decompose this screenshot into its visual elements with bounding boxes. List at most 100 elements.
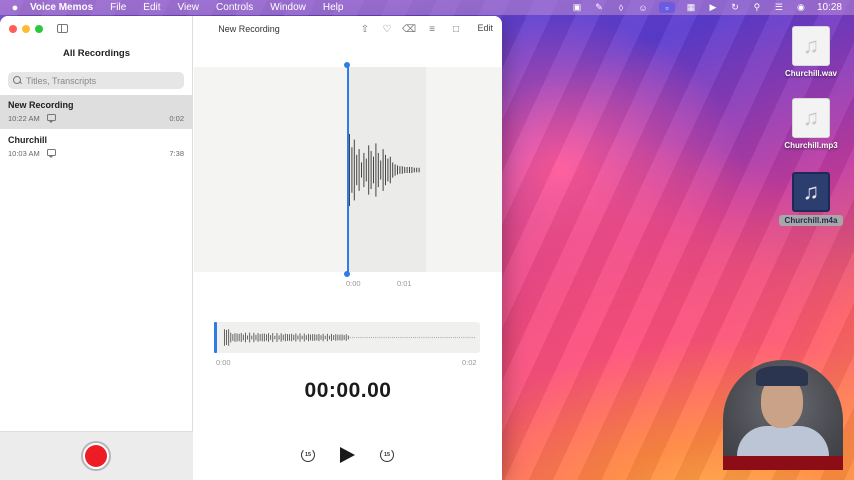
search-input[interactable] <box>26 75 176 86</box>
overview-bar <box>228 329 230 346</box>
keyboard-status-icon[interactable]: ▦ <box>685 2 697 13</box>
overview-bar <box>247 335 248 340</box>
overview-bar <box>404 336 406 339</box>
overview-bar <box>230 332 232 343</box>
playhead-bottom-handle[interactable] <box>344 271 350 277</box>
menu-edit[interactable]: Edit <box>143 2 160 13</box>
search-status-icon[interactable]: ⚲ <box>751 2 763 13</box>
overview-bar <box>303 333 305 342</box>
overview-bar <box>450 336 452 339</box>
overview-bar <box>291 333 293 342</box>
overview-bar <box>263 333 265 342</box>
recording-list-item[interactable]: Churchill 10:03 AM 7:38 <box>0 130 193 164</box>
menu-help[interactable]: Help <box>323 2 344 13</box>
user-status-icon[interactable]: ☺ <box>637 2 649 13</box>
skip-forward-15-icon[interactable]: 15 <box>380 448 394 462</box>
overview-bar <box>461 336 463 339</box>
record-button[interactable] <box>81 441 111 471</box>
overview-bar <box>308 333 309 342</box>
audio-file-icon: ♫ <box>792 98 830 138</box>
skip-back-15-icon[interactable]: 15 <box>301 448 315 462</box>
overview-bar <box>274 335 276 340</box>
elapsed-timer: 00:00.00 <box>304 379 392 402</box>
recording-title: New Recording <box>218 24 280 34</box>
screen-share-status-icon[interactable]: ▫ <box>658 2 675 13</box>
transcript-button-icon[interactable]: □ <box>449 22 463 36</box>
siri-icon[interactable]: ◉ <box>795 2 807 13</box>
waveform-bar <box>358 149 360 191</box>
options-sliders-icon[interactable]: ≡ <box>425 22 439 36</box>
layers-status-icon[interactable]: ◊ <box>615 2 627 13</box>
overview-bar <box>295 333 297 342</box>
playhead-top-handle[interactable] <box>344 62 350 68</box>
playhead-line[interactable] <box>347 64 349 275</box>
waveform-bar <box>387 158 389 182</box>
sidebar: All Recordings New Recording 10:22 AM 0:… <box>0 16 193 480</box>
menu-window[interactable]: Window <box>270 2 306 13</box>
overview-bar <box>366 336 368 339</box>
apple-menu-icon[interactable]: ● <box>0 2 30 14</box>
overview-bar <box>459 336 461 339</box>
trash-icon[interactable]: ⌫ <box>402 22 416 36</box>
desktop-file[interactable]: ♫ Churchill.m4a <box>779 172 843 226</box>
overview-bar <box>240 332 242 343</box>
desktop-file[interactable]: ♫ Churchill.wav <box>779 26 843 78</box>
overview-waveform[interactable] <box>214 322 480 353</box>
overview-bar <box>301 335 303 340</box>
overview-bar <box>452 336 454 339</box>
waveform-bar <box>349 133 350 207</box>
menu-view[interactable]: View <box>178 2 200 13</box>
video-status-icon[interactable]: ▶ <box>707 2 719 13</box>
overview-bar <box>289 334 290 341</box>
window-zoom-button[interactable] <box>35 25 43 33</box>
waveform-bar <box>351 147 353 193</box>
detail-waveform <box>349 133 420 207</box>
pen-status-icon[interactable]: ✎ <box>593 2 605 13</box>
waveform-bar <box>397 165 398 175</box>
waveform-bar <box>413 167 415 173</box>
overview-bar <box>402 336 404 339</box>
overview-tick-label: 0:00 <box>216 358 231 367</box>
favorite-heart-icon[interactable]: ♡ <box>380 22 394 36</box>
control-center-icon[interactable]: ☰ <box>773 2 785 13</box>
menu-app-name[interactable]: Voice Memos <box>30 2 93 13</box>
menu-controls[interactable]: Controls <box>216 2 253 13</box>
play-icon[interactable] <box>340 447 355 463</box>
desktop-file[interactable]: ♫ Churchill.mp3 <box>779 98 843 150</box>
waveform-bar <box>361 162 362 178</box>
window-minimize-button[interactable] <box>22 25 30 33</box>
desktop-file-label: Churchill.m4a <box>779 215 843 226</box>
overview-bar <box>249 332 251 343</box>
overview-bar <box>331 333 332 342</box>
recording-list-item[interactable]: New Recording 10:22 AM 0:02 <box>0 95 193 129</box>
overview-bar <box>354 336 356 339</box>
edit-button[interactable]: Edit <box>477 23 493 33</box>
overview-playhead[interactable] <box>214 322 217 353</box>
overview-bar <box>284 333 286 342</box>
waveform-bar <box>377 152 379 188</box>
menu-clock[interactable]: 10:28 <box>817 2 842 13</box>
overview-bar <box>310 334 311 341</box>
overview-bar <box>371 336 372 339</box>
window-close-button[interactable] <box>9 25 17 33</box>
overview-bar <box>360 336 362 339</box>
overview-bar <box>236 333 238 342</box>
overview-bar <box>417 336 419 339</box>
overview-bar <box>266 334 267 341</box>
overview-bar <box>463 336 465 339</box>
overview-bar <box>406 336 408 339</box>
waveform-bar <box>365 158 367 182</box>
waveform-bar <box>385 154 386 186</box>
overview-bar <box>429 336 431 339</box>
share-icon[interactable]: ⇧ <box>358 22 372 36</box>
camera-status-icon[interactable]: ▣ <box>571 2 583 13</box>
overview-bar <box>253 332 255 343</box>
search-field[interactable] <box>8 72 184 89</box>
time-machine-status-icon[interactable]: ↻ <box>729 2 741 13</box>
menu-file[interactable]: File <box>110 2 126 13</box>
transcript-icon <box>47 114 56 123</box>
sidebar-toggle-icon[interactable] <box>57 24 68 33</box>
overview-bar <box>465 336 467 339</box>
overview-waveform-bars <box>224 329 475 346</box>
overview-bar <box>255 334 257 341</box>
